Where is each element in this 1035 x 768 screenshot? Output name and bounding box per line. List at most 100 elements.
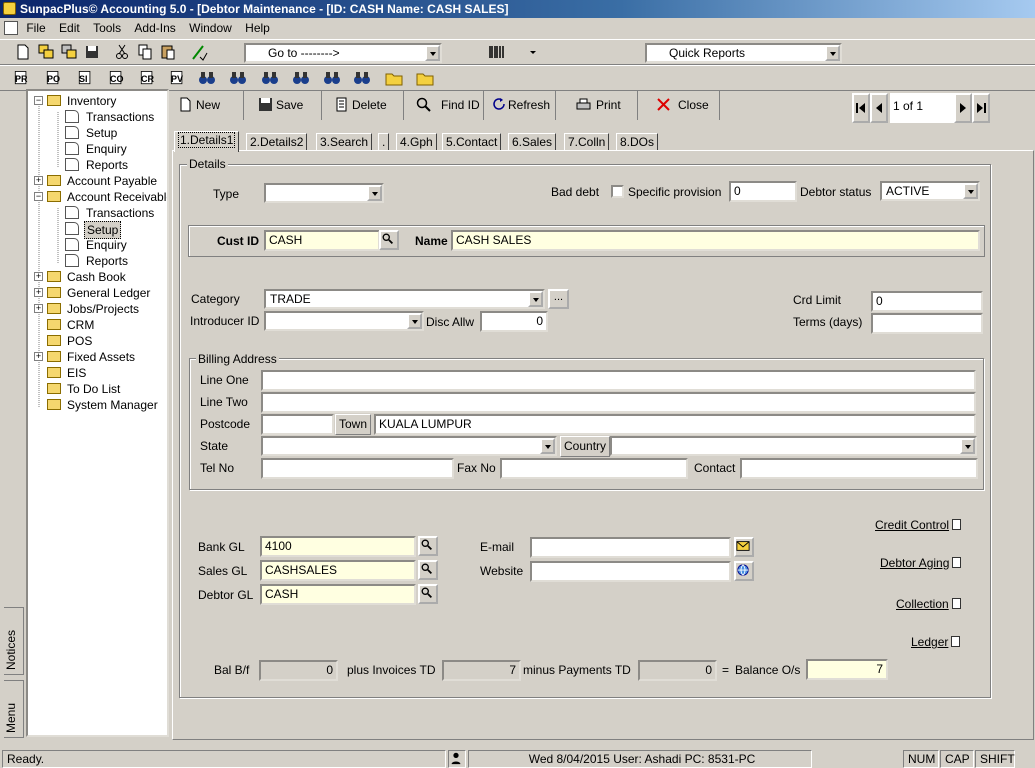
category-select[interactable]: TRADE bbox=[264, 289, 545, 309]
cust-id-field[interactable]: CASH bbox=[264, 230, 380, 251]
town-field[interactable]: KUALA LUMPUR bbox=[374, 414, 976, 435]
copy-window-icon[interactable] bbox=[37, 43, 55, 61]
bank-gl-lookup-button[interactable] bbox=[418, 536, 438, 556]
doc-button-pv[interactable]: PV bbox=[168, 69, 190, 87]
first-record-icon[interactable] bbox=[852, 93, 870, 123]
debtor-gl-field[interactable]: CASH bbox=[260, 584, 416, 605]
spellcheck-icon[interactable] bbox=[190, 43, 208, 61]
binoculars-icon[interactable] bbox=[229, 69, 247, 87]
doc-button-si[interactable]: SI bbox=[76, 69, 98, 87]
type-select[interactable] bbox=[264, 183, 384, 203]
tree-item[interactable]: POS bbox=[28, 333, 167, 349]
tel-no-field[interactable] bbox=[261, 458, 454, 479]
disc-allw-field[interactable]: 0 bbox=[480, 311, 548, 332]
cascade-icon[interactable] bbox=[60, 43, 78, 61]
new-button[interactable]: New bbox=[172, 90, 244, 120]
tab-menu[interactable]: Menu bbox=[4, 680, 24, 738]
chevron-down-icon[interactable] bbox=[960, 438, 975, 454]
sales-gl-field[interactable]: CASHSALES bbox=[260, 560, 416, 581]
contact-field[interactable] bbox=[740, 458, 978, 479]
copy-icon[interactable] bbox=[136, 43, 154, 61]
save-disk-icon[interactable] bbox=[83, 43, 101, 61]
doc-button-pr[interactable]: PR bbox=[12, 69, 34, 87]
dropdown-arrow-icon[interactable] bbox=[524, 43, 536, 61]
module-tree[interactable]: − Inventory Transactions Setup Enquiry Report… bbox=[26, 89, 169, 737]
print-button[interactable]: Print bbox=[568, 90, 638, 120]
debtor-gl-lookup-button[interactable] bbox=[418, 584, 438, 604]
tab-dot[interactable]: . bbox=[378, 133, 390, 151]
previous-record-icon[interactable] bbox=[870, 93, 888, 123]
cut-icon[interactable] bbox=[113, 43, 131, 61]
folder-in-icon[interactable] bbox=[385, 69, 403, 87]
tree-item[interactable]: Transactions bbox=[28, 109, 167, 125]
tree-expander-icon[interactable]: − bbox=[34, 96, 43, 105]
barcode-icon[interactable] bbox=[488, 43, 506, 61]
name-field[interactable]: CASH SALES bbox=[451, 230, 980, 251]
tab-sales[interactable]: 6.Sales bbox=[508, 133, 557, 151]
introducer-id-select[interactable] bbox=[264, 311, 424, 331]
tree-expander-icon[interactable]: + bbox=[34, 176, 43, 185]
refresh-button[interactable]: Refresh bbox=[488, 90, 556, 120]
chevron-down-icon[interactable] bbox=[367, 185, 382, 201]
collection-link[interactable]: Collection bbox=[896, 597, 961, 611]
menu-window[interactable]: Window bbox=[184, 18, 237, 38]
binoculars-icon[interactable] bbox=[261, 69, 279, 87]
tree-item[interactable]: − Account Receivable bbox=[28, 189, 167, 205]
chevron-down-icon[interactable] bbox=[407, 313, 422, 329]
paste-icon[interactable] bbox=[159, 43, 177, 61]
tree-item[interactable]: Reports bbox=[28, 253, 167, 269]
line-one-field[interactable] bbox=[261, 370, 976, 391]
tree-item[interactable]: + Account Payable bbox=[28, 173, 167, 189]
tab-contact[interactable]: 5.Contact bbox=[442, 133, 502, 151]
quick-reports-combo[interactable]: Quick Reports bbox=[645, 43, 842, 63]
menu-edit[interactable]: Edit bbox=[54, 18, 85, 38]
binoculars-icon[interactable] bbox=[292, 69, 310, 87]
tree-expander-icon[interactable]: + bbox=[34, 352, 43, 361]
chevron-down-icon[interactable] bbox=[528, 291, 543, 307]
goto-combo[interactable]: Go to --------> bbox=[244, 43, 442, 63]
ledger-link[interactable]: Ledger bbox=[911, 635, 961, 649]
document-icon[interactable] bbox=[4, 21, 18, 35]
tree-expander-icon[interactable]: + bbox=[34, 272, 43, 281]
tree-item[interactable]: Setup bbox=[28, 125, 167, 141]
tree-item[interactable]: Transactions bbox=[28, 205, 167, 221]
tab-details2[interactable]: 2.Details2 bbox=[246, 133, 308, 151]
tab-colln[interactable]: 7.Colln bbox=[564, 133, 610, 151]
tree-item[interactable]: To Do List bbox=[28, 381, 167, 397]
binoculars-icon[interactable] bbox=[353, 69, 371, 87]
email-field[interactable] bbox=[530, 537, 731, 558]
tree-item[interactable]: + Jobs/Projects bbox=[28, 301, 167, 317]
folder-open-icon[interactable] bbox=[416, 69, 434, 87]
terms-days-field[interactable] bbox=[871, 313, 983, 334]
tree-item[interactable]: Enquiry bbox=[28, 141, 167, 157]
new-file-icon[interactable] bbox=[14, 43, 32, 61]
tree-item[interactable]: System Manager bbox=[28, 397, 167, 413]
chevron-down-icon[interactable] bbox=[425, 45, 440, 61]
send-email-button[interactable] bbox=[734, 537, 754, 557]
debtor-aging-link[interactable]: Debtor Aging bbox=[880, 556, 962, 570]
tab-details1[interactable]: 1.Details1 bbox=[174, 131, 240, 152]
tree-expander-icon[interactable]: + bbox=[34, 288, 43, 297]
close-button[interactable]: Close bbox=[648, 90, 720, 120]
tab-gph[interactable]: 4.Gph bbox=[396, 133, 437, 151]
website-field[interactable] bbox=[530, 561, 731, 582]
tab-search[interactable]: 3.Search bbox=[316, 133, 373, 151]
find-id-button[interactable]: Find ID bbox=[410, 90, 484, 120]
specific-provision-checkbox[interactable] bbox=[611, 185, 624, 198]
user-icon[interactable] bbox=[448, 750, 466, 768]
open-website-button[interactable] bbox=[734, 561, 754, 581]
tab-dos[interactable]: 8.DOs bbox=[616, 133, 659, 151]
chevron-down-icon[interactable] bbox=[963, 183, 978, 199]
menu-add-ins[interactable]: Add-Ins bbox=[129, 18, 180, 38]
sales-gl-lookup-button[interactable] bbox=[418, 560, 438, 580]
menu-help[interactable]: Help bbox=[240, 18, 275, 38]
doc-button-co[interactable]: CO bbox=[107, 69, 129, 87]
tree-item[interactable]: − Inventory bbox=[28, 93, 167, 109]
save-button[interactable]: Save bbox=[252, 90, 322, 120]
bank-gl-field[interactable]: 4100 bbox=[260, 536, 416, 557]
credit-control-link[interactable]: Credit Control bbox=[875, 518, 962, 532]
chevron-down-icon[interactable] bbox=[540, 438, 555, 454]
category-more-button[interactable]: ... bbox=[548, 289, 569, 309]
doc-button-po[interactable]: PO bbox=[44, 69, 66, 87]
chevron-down-icon[interactable] bbox=[825, 45, 840, 61]
